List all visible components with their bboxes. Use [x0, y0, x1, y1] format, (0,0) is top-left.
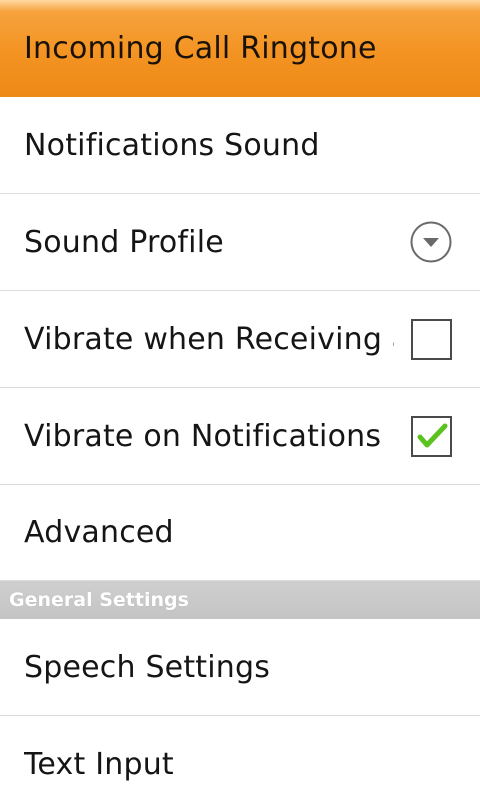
vibrate-receiving-checkbox[interactable]: [410, 318, 452, 360]
setting-label: Text Input: [24, 747, 174, 782]
setting-label: Advanced: [24, 515, 174, 550]
setting-label: Incoming Call Ringtone: [24, 31, 377, 66]
setting-label: Notifications Sound: [24, 127, 320, 163]
setting-label: Sound Profile: [24, 224, 224, 260]
vibrate-notifications-checkbox-wrap: [410, 415, 452, 457]
setting-speech-settings[interactable]: Speech Settings: [0, 619, 480, 716]
setting-sound-profile[interactable]: Sound Profile: [0, 194, 480, 291]
dropdown-circle-icon[interactable]: [410, 221, 452, 263]
setting-label: Vibrate on Notifications: [24, 418, 382, 454]
setting-label: Speech Settings: [24, 649, 271, 685]
setting-advanced[interactable]: Advanced: [0, 485, 480, 581]
section-header-general-settings: General Settings: [0, 581, 480, 619]
setting-notifications-sound[interactable]: Notifications Sound: [0, 97, 480, 194]
setting-label: Vibrate when Receiving a: [24, 321, 394, 357]
setting-incoming-call-ringtone[interactable]: Incoming Call Ringtone: [0, 0, 480, 97]
checkmark-icon: [417, 423, 447, 447]
setting-text-input[interactable]: Text Input: [0, 716, 480, 800]
setting-vibrate-receiving[interactable]: Vibrate when Receiving a: [0, 291, 480, 388]
vibrate-notifications-checkbox[interactable]: [410, 415, 452, 457]
setting-vibrate-notifications[interactable]: Vibrate on Notifications: [0, 388, 480, 485]
settings-screen: Incoming Call Ringtone Notifications Sou…: [0, 0, 480, 800]
vibrate-receiving-checkbox-wrap: [410, 318, 452, 360]
